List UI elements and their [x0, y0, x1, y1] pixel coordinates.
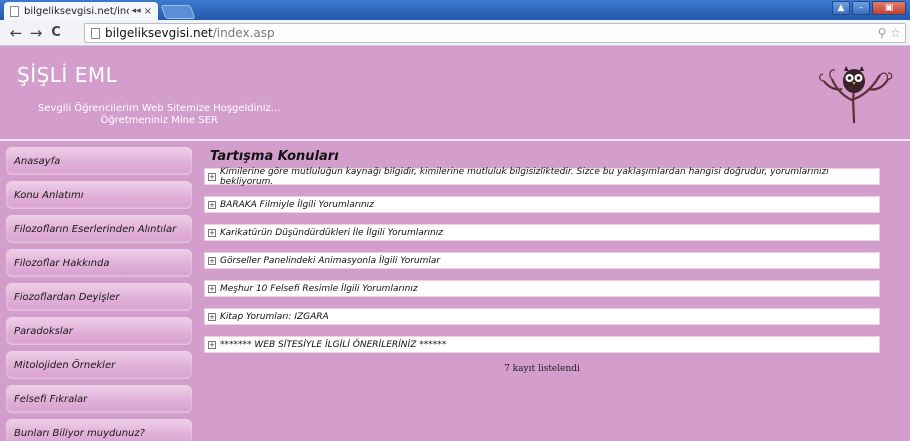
window-controls: ▲ – ▣	[832, 1, 906, 15]
topic-row[interactable]: + Meşhur 10 Felsefi Resimle İlgili Yorum…	[204, 280, 880, 297]
search-icon[interactable]: ⚲ ☆	[878, 26, 901, 40]
menu-item-deyisler[interactable]: Fiozoflardan Deyişler	[6, 283, 192, 311]
tab-close-icon[interactable]: ×	[144, 6, 152, 17]
expand-icon[interactable]: +	[208, 172, 216, 181]
teacher-line: Öğretmeniniz Mine SER	[100, 115, 218, 126]
audio-icon[interactable]: ◂◂	[132, 6, 141, 16]
topic-label[interactable]: Kitap Yorumları: IZGARA	[220, 312, 329, 322]
topic-row[interactable]: + ******* WEB SİTESİYLE İLGİLİ ÖNERİLERİ…	[204, 336, 880, 353]
expand-icon[interactable]: +	[208, 228, 216, 237]
menu-item-biliyor-muydunuz[interactable]: Bunları Biliyor muydunuz?	[6, 419, 192, 441]
topic-row[interactable]: + Görseller Panelindeki Animasyonla İlgi…	[204, 252, 880, 269]
forward-button[interactable]: →	[26, 24, 46, 42]
menu-item-mitoloji[interactable]: Mitolojiden Örnekler	[6, 351, 192, 379]
close-window-button[interactable]: ▣	[872, 1, 906, 15]
browser-tab[interactable]: bilgeliksevgisi.net/inc ◂◂ ×	[4, 2, 158, 20]
page-icon	[10, 5, 19, 17]
menu-item-anasayfa[interactable]: Anasayfa	[6, 147, 192, 175]
user-icon[interactable]: ▲	[832, 1, 850, 15]
back-button[interactable]: ←	[6, 24, 26, 42]
menu-item-paradokslar[interactable]: Paradokslar	[6, 317, 192, 345]
topic-label[interactable]: ******* WEB SİTESİYLE İLGİLİ ÖNERİLERİNİ…	[220, 340, 446, 350]
owl-tree-logo	[819, 66, 893, 123]
topic-row[interactable]: + Kitap Yorumları: IZGARA	[204, 308, 880, 325]
menu-item-alintilar[interactable]: Filozofların Eserlerinden Alıntılar	[6, 215, 192, 243]
site-title: ŞİŞLİ EML	[17, 63, 118, 87]
expand-icon[interactable]: +	[208, 284, 216, 293]
url-host: bilgeliksevgisi.net	[105, 26, 213, 40]
welcome-line: Sevgili Öğrencilerim Web Sitemize Hoşgel…	[38, 103, 281, 114]
topic-row[interactable]: + Kimilerine göre mutluluğun kaynağı bil…	[204, 167, 880, 187]
record-count: 7 kayıt listelendi	[504, 364, 580, 374]
discussion-topics: Tartışma Konuları + Kimilerine göre mutl…	[204, 149, 880, 374]
page-icon	[91, 27, 100, 39]
new-tab-button[interactable]	[160, 5, 196, 19]
page-title: Tartışma Konuları	[210, 149, 339, 164]
topic-label[interactable]: Görseller Panelindeki Animasyonla İlgili…	[220, 256, 440, 266]
tab-title: bilgeliksevgisi.net/inc	[24, 5, 129, 17]
minimize-button[interactable]: –	[852, 1, 870, 15]
menu-item-filozoflar-hakkinda[interactable]: Filozoflar Hakkında	[6, 249, 192, 277]
expand-icon[interactable]: +	[208, 200, 216, 209]
expand-icon[interactable]: +	[208, 312, 216, 321]
expand-icon[interactable]: +	[208, 340, 216, 349]
browser-toolbar: ← → C bilgeliksevgisi.net /index.asp ⚲ ☆	[0, 20, 910, 46]
topic-row[interactable]: + BARAKA Filmiyle İlgili Yorumlarınız	[204, 196, 880, 213]
browser-tabstrip: bilgeliksevgisi.net/inc ◂◂ × ▲ – ▣	[0, 0, 910, 20]
topic-label[interactable]: Karikatürün Düşündürdükleri İle İlgili Y…	[220, 228, 443, 238]
menu-item-konu-anlatimi[interactable]: Konu Anlatımı	[6, 181, 192, 209]
sidebar-menu: Anasayfa Konu Anlatımı Filozofların Eser…	[6, 147, 192, 441]
topic-label[interactable]: BARAKA Filmiyle İlgili Yorumlarınız	[220, 200, 374, 210]
address-bar[interactable]: bilgeliksevgisi.net /index.asp ⚲ ☆	[84, 23, 906, 43]
topic-label[interactable]: Kimilerine göre mutluluğun kaynağı bilgi…	[220, 167, 879, 187]
menu-item-felsefi-fikralar[interactable]: Felsefi Fıkralar	[6, 385, 192, 413]
topic-row[interactable]: + Karikatürün Düşündürdükleri İle İlgili…	[204, 224, 880, 241]
expand-icon[interactable]: +	[208, 256, 216, 265]
reload-button[interactable]: C	[46, 25, 66, 40]
url-path: /index.asp	[212, 26, 275, 40]
site-header: ŞİŞLİ EML Sevgili Öğrencilerim Web Sitem…	[0, 47, 910, 141]
page: ŞİŞLİ EML Sevgili Öğrencilerim Web Sitem…	[0, 47, 910, 441]
topic-label[interactable]: Meşhur 10 Felsefi Resimle İlgili Yorumla…	[220, 284, 418, 294]
welcome-message: Sevgili Öğrencilerim Web Sitemize Hoşgel…	[38, 103, 280, 127]
